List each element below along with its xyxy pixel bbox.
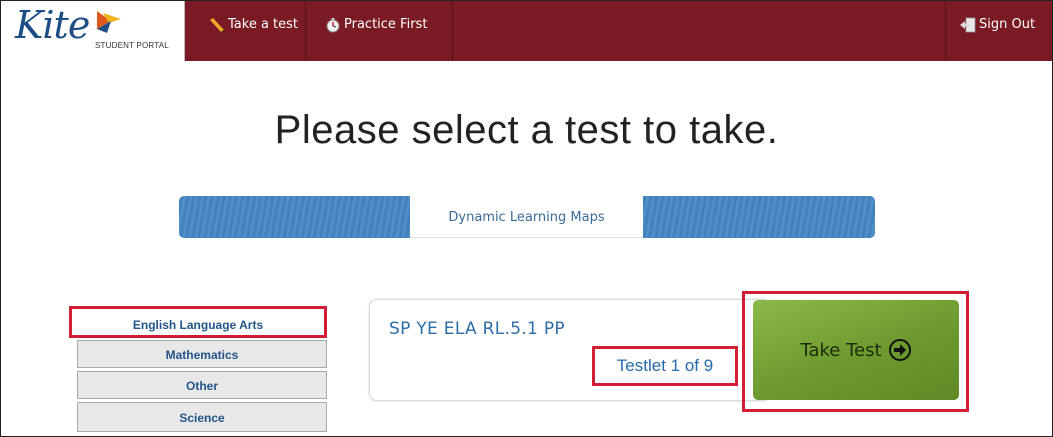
tab-dynamic-learning-maps[interactable]: Dynamic Learning Maps (410, 196, 643, 238)
sign-out-label: Sign Out (979, 17, 1036, 32)
subject-science[interactable]: Science (77, 402, 327, 432)
top-nav-bar: Kite STUDENT PORTAL Take a test Practice… (1, 1, 1052, 61)
take-a-test-label: Take a test (228, 17, 299, 32)
take-test-label: Take Test (800, 339, 882, 361)
kite-flag-icon (97, 11, 121, 33)
stopwatch-icon (326, 18, 340, 33)
logo-text: Kite (15, 3, 90, 47)
page-frame: Kite STUDENT PORTAL Take a test Practice… (0, 0, 1053, 437)
subject-other[interactable]: Other (77, 371, 327, 399)
practice-first-label: Practice First (344, 17, 428, 32)
page-title: Please select a test to take. (274, 108, 779, 152)
pencil-icon (210, 18, 225, 33)
arrow-right-circle-icon (888, 339, 911, 361)
subject-mathematics[interactable]: Mathematics (77, 340, 327, 368)
subject-english-language-arts[interactable]: English Language Arts (69, 306, 327, 338)
take-a-test-button[interactable]: Take a test (185, 1, 306, 61)
logo-subtitle: STUDENT PORTAL (95, 41, 169, 50)
practice-first-button[interactable]: Practice First (307, 1, 453, 61)
kite-logo[interactable]: Kite STUDENT PORTAL (1, 1, 185, 61)
testlet-count: Testlet 1 of 9 (592, 346, 738, 386)
take-test-button[interactable]: Take Test (753, 300, 959, 400)
test-name: SP YE ELA RL.5.1 PP (389, 319, 565, 339)
sign-out-icon (960, 17, 976, 33)
sign-out-button[interactable]: Sign Out (945, 1, 1052, 61)
